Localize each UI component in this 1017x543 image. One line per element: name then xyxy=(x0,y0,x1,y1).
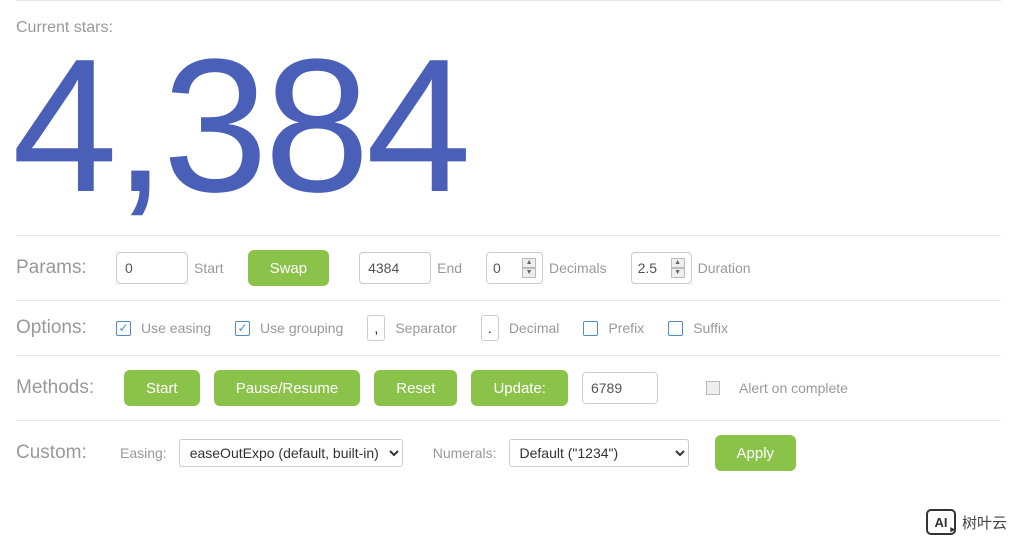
decimals-stepper[interactable]: ▲ ▼ xyxy=(486,252,543,284)
decimal-label: Decimal xyxy=(509,320,560,336)
duration-input[interactable] xyxy=(638,254,668,282)
params-label: Params: xyxy=(16,257,110,279)
duration-label: Duration xyxy=(698,260,751,276)
pause-resume-button[interactable]: Pause/Resume xyxy=(214,370,361,406)
separator-label: Separator xyxy=(395,320,456,336)
swap-button[interactable]: Swap xyxy=(248,250,330,286)
options-label: Options: xyxy=(16,317,110,339)
update-button[interactable]: Update: xyxy=(471,370,568,406)
decimals-label: Decimals xyxy=(549,260,607,276)
use-easing-checkbox[interactable]: ✓ xyxy=(116,321,131,336)
decimals-input[interactable] xyxy=(493,254,519,282)
reset-button[interactable]: Reset xyxy=(374,370,457,406)
apply-button[interactable]: Apply xyxy=(715,435,797,471)
current-stars-value: 4,384 xyxy=(12,31,1001,221)
easing-select[interactable]: easeOutExpo (default, built-in) xyxy=(179,439,403,467)
use-grouping-label: Use grouping xyxy=(260,320,343,336)
prefix-label: Prefix xyxy=(608,320,644,336)
update-input[interactable] xyxy=(582,372,658,404)
brand-logo: AI 树叶云 xyxy=(926,509,1007,535)
duration-stepper[interactable]: ▲ ▼ xyxy=(631,252,692,284)
start-label: Start xyxy=(194,260,224,276)
suffix-label: Suffix xyxy=(693,320,728,336)
numerals-label: Numerals: xyxy=(433,445,497,461)
alert-label: Alert on complete xyxy=(739,380,848,396)
separator-input[interactable] xyxy=(367,315,385,341)
duration-up[interactable]: ▲ xyxy=(671,258,685,268)
start-button[interactable]: Start xyxy=(124,370,200,406)
brand-logo-icon: AI xyxy=(926,509,956,535)
decimals-up[interactable]: ▲ xyxy=(522,258,536,268)
use-grouping-checkbox[interactable]: ✓ xyxy=(235,321,250,336)
end-input[interactable] xyxy=(359,252,431,284)
start-input[interactable] xyxy=(116,252,188,284)
alert-checkbox[interactable] xyxy=(706,381,720,395)
brand-logo-text: 树叶云 xyxy=(962,512,1007,533)
use-easing-label: Use easing xyxy=(141,320,211,336)
easing-label: Easing: xyxy=(120,445,167,461)
duration-down[interactable]: ▼ xyxy=(671,268,685,278)
numerals-select[interactable]: Default ("1234") xyxy=(509,439,689,467)
suffix-checkbox[interactable] xyxy=(668,321,683,336)
decimals-down[interactable]: ▼ xyxy=(522,268,536,278)
methods-label: Methods: xyxy=(16,377,110,399)
custom-label: Custom: xyxy=(16,442,110,464)
prefix-checkbox[interactable] xyxy=(583,321,598,336)
end-label: End xyxy=(437,260,462,276)
decimal-input[interactable] xyxy=(481,315,499,341)
